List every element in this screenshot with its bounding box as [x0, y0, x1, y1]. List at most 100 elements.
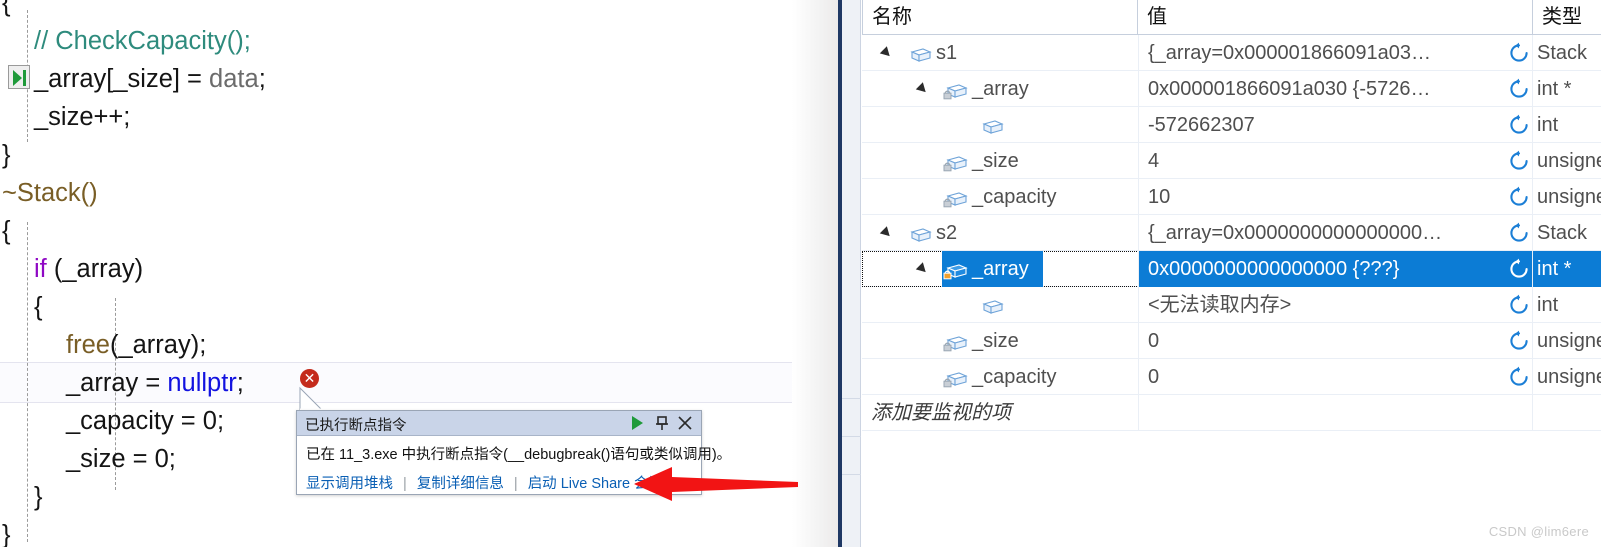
close-icon[interactable] — [676, 414, 694, 432]
watch-row-name-cell[interactable]: _size — [862, 143, 1137, 179]
watch-row-type-cell[interactable]: int * — [1532, 251, 1601, 287]
watch-row-type-cell[interactable]: Stack — [1532, 35, 1601, 71]
refresh-icon-wrap[interactable] — [1508, 330, 1532, 352]
watch-row-value-cell[interactable]: 10 — [1138, 179, 1508, 215]
expander-triangle-icon[interactable] — [879, 46, 894, 60]
code-line: _size++; — [0, 98, 130, 136]
refresh-icon[interactable] — [1508, 42, 1530, 64]
watch-row-value-cell[interactable]: 4 — [1138, 143, 1508, 179]
watch-row-value-cell[interactable]: 0 — [1138, 359, 1508, 395]
watch-row[interactable]: s2 {_array=0x0000000000000000… Stack — [862, 215, 1601, 251]
code-token: } — [2, 521, 11, 547]
watch-row-type-cell[interactable]: Stack — [1532, 215, 1601, 251]
watch-row-name-cell[interactable]: _array — [862, 251, 1137, 287]
refresh-icon-wrap[interactable] — [1508, 78, 1532, 100]
watch-row-name — [978, 287, 1008, 323]
code-token: } — [2, 141, 11, 169]
continue-icon[interactable] — [629, 414, 647, 432]
pin-icon[interactable] — [653, 414, 671, 432]
watch-row-name-cell[interactable]: _capacity — [862, 179, 1137, 215]
watch-row-name-cell[interactable] — [862, 287, 1137, 323]
refresh-icon[interactable] — [1508, 150, 1530, 172]
watch-row-name-cell[interactable]: _capacity — [862, 359, 1137, 395]
watch-row-value-cell[interactable]: {_array=0x0000000000000000… — [1138, 215, 1508, 251]
watch-row[interactable]: _capacity 10 unsigne — [862, 179, 1601, 215]
watch-row-type-cell[interactable]: int * — [1532, 71, 1601, 107]
refresh-icon-wrap[interactable] — [1508, 222, 1532, 244]
copy-details-link[interactable]: 复制详细信息 — [417, 476, 504, 492]
watch-row-value-cell[interactable]: -572662307 — [1138, 107, 1508, 143]
refresh-icon[interactable] — [1508, 258, 1530, 280]
watch-row[interactable]: _array 0x000001866091a030 {-5726… int * — [862, 71, 1601, 107]
watch-row-type-cell[interactable]: int — [1532, 287, 1601, 323]
watch-row-name: s2 — [906, 215, 957, 251]
refresh-icon-wrap[interactable] — [1508, 251, 1532, 287]
refresh-icon-wrap[interactable] — [1508, 186, 1532, 208]
watch-row[interactable]: _capacity 0 unsigne — [862, 359, 1601, 395]
watch-row-value-cell[interactable]: 0x000001866091a030 {-5726… — [1138, 71, 1508, 107]
expander-triangle-icon[interactable] — [915, 262, 930, 276]
refresh-icon[interactable] — [1508, 186, 1530, 208]
code-token: } — [34, 483, 43, 511]
cube-icon — [910, 228, 932, 242]
watch-row-name-cell[interactable]: s1 — [862, 35, 1137, 71]
watch-row[interactable]: <无法读取内存> int — [862, 287, 1601, 323]
watch-row-value-cell[interactable]: {_array=0x000001866091a03… — [1138, 35, 1508, 71]
add-watch-value-cell[interactable] — [1138, 395, 1508, 431]
code-token: { — [2, 0, 11, 17]
watch-row-label: _capacity — [972, 186, 1057, 208]
refresh-icon[interactable] — [1508, 366, 1530, 388]
refresh-icon-wrap[interactable] — [1508, 42, 1532, 64]
column-header-name[interactable]: 名称 — [862, 0, 1137, 34]
watch-row-value-cell[interactable]: <无法读取内存> — [1138, 287, 1508, 323]
watermark: CSDN @lim6ere — [1488, 524, 1589, 539]
expander-triangle-icon[interactable] — [915, 82, 930, 96]
cube-lock-icon — [943, 372, 968, 388]
refresh-icon-wrap[interactable] — [1508, 114, 1532, 136]
watch-window-pane[interactable]: 名称 值 类型 s1 {_array=0x000001866091a03… Stac… — [838, 0, 1601, 547]
watch-row-name-cell[interactable]: _size — [862, 323, 1137, 359]
code-line: free(_array); — [0, 326, 206, 364]
column-header-value[interactable]: 值 — [1137, 0, 1532, 34]
watch-row-name-cell[interactable] — [862, 107, 1137, 143]
code-token: free — [66, 331, 110, 359]
refresh-icon[interactable] — [1508, 330, 1530, 352]
watch-row-value-cell[interactable]: 0 — [1138, 323, 1508, 359]
watch-row-type-cell[interactable]: unsigne — [1532, 323, 1601, 359]
watch-row[interactable]: s1 {_array=0x000001866091a03… Stack — [862, 35, 1601, 71]
refresh-icon[interactable] — [1508, 294, 1530, 316]
watch-row[interactable]: _array 0x0000000000000000 {???} int * — [862, 251, 1601, 287]
refresh-icon-wrap[interactable] — [1508, 150, 1532, 172]
watch-row[interactable]: _size 0 unsigne — [862, 323, 1601, 359]
watch-row-type-cell[interactable]: unsigne — [1532, 179, 1601, 215]
refresh-icon-wrap[interactable] — [1508, 366, 1532, 388]
watch-row-type-cell[interactable]: int — [1532, 107, 1601, 143]
watch-row-type-cell[interactable]: unsigne — [1532, 359, 1601, 395]
watch-row-name-cell[interactable]: _array — [862, 71, 1137, 107]
watch-row-value: {_array=0x000001866091a03… — [1148, 42, 1432, 64]
add-watch-type-cell[interactable] — [1532, 395, 1601, 431]
refresh-icon[interactable] — [1508, 78, 1530, 100]
code-token: ~Stack() — [2, 179, 98, 207]
code-line: } — [0, 136, 11, 174]
watch-grid[interactable]: 名称 值 类型 s1 {_array=0x000001866091a03… Stac… — [862, 0, 1601, 547]
watch-row-value-cell[interactable]: 0x0000000000000000 {???} — [1138, 251, 1508, 287]
refresh-icon[interactable] — [1508, 222, 1530, 244]
refresh-icon[interactable] — [1508, 114, 1530, 136]
watch-row[interactable]: _size 4 unsigne — [862, 143, 1601, 179]
watch-row-type-cell[interactable]: unsigne — [1532, 143, 1601, 179]
column-header-type[interactable]: 类型 — [1532, 0, 1601, 34]
add-watch-placeholder[interactable]: 添加要监视的项 — [862, 395, 1137, 431]
watch-row-name-cell[interactable]: s2 — [862, 215, 1137, 251]
show-call-stack-link[interactable]: 显示调用堆栈 — [306, 476, 393, 492]
watch-row-name: s1 — [906, 35, 957, 71]
watch-row-label: s1 — [936, 42, 958, 64]
watch-row-value: 0 — [1148, 330, 1160, 352]
expander-triangle-icon[interactable] — [879, 226, 894, 240]
step-into-specific-icon[interactable] — [8, 65, 30, 89]
watch-add-row[interactable]: 添加要监视的项 — [862, 395, 1601, 431]
refresh-icon-wrap[interactable] — [1508, 294, 1532, 316]
watch-row[interactable]: -572662307 int — [862, 107, 1601, 143]
watch-row-name: _size — [942, 143, 1019, 179]
cube-icon — [982, 300, 1004, 314]
